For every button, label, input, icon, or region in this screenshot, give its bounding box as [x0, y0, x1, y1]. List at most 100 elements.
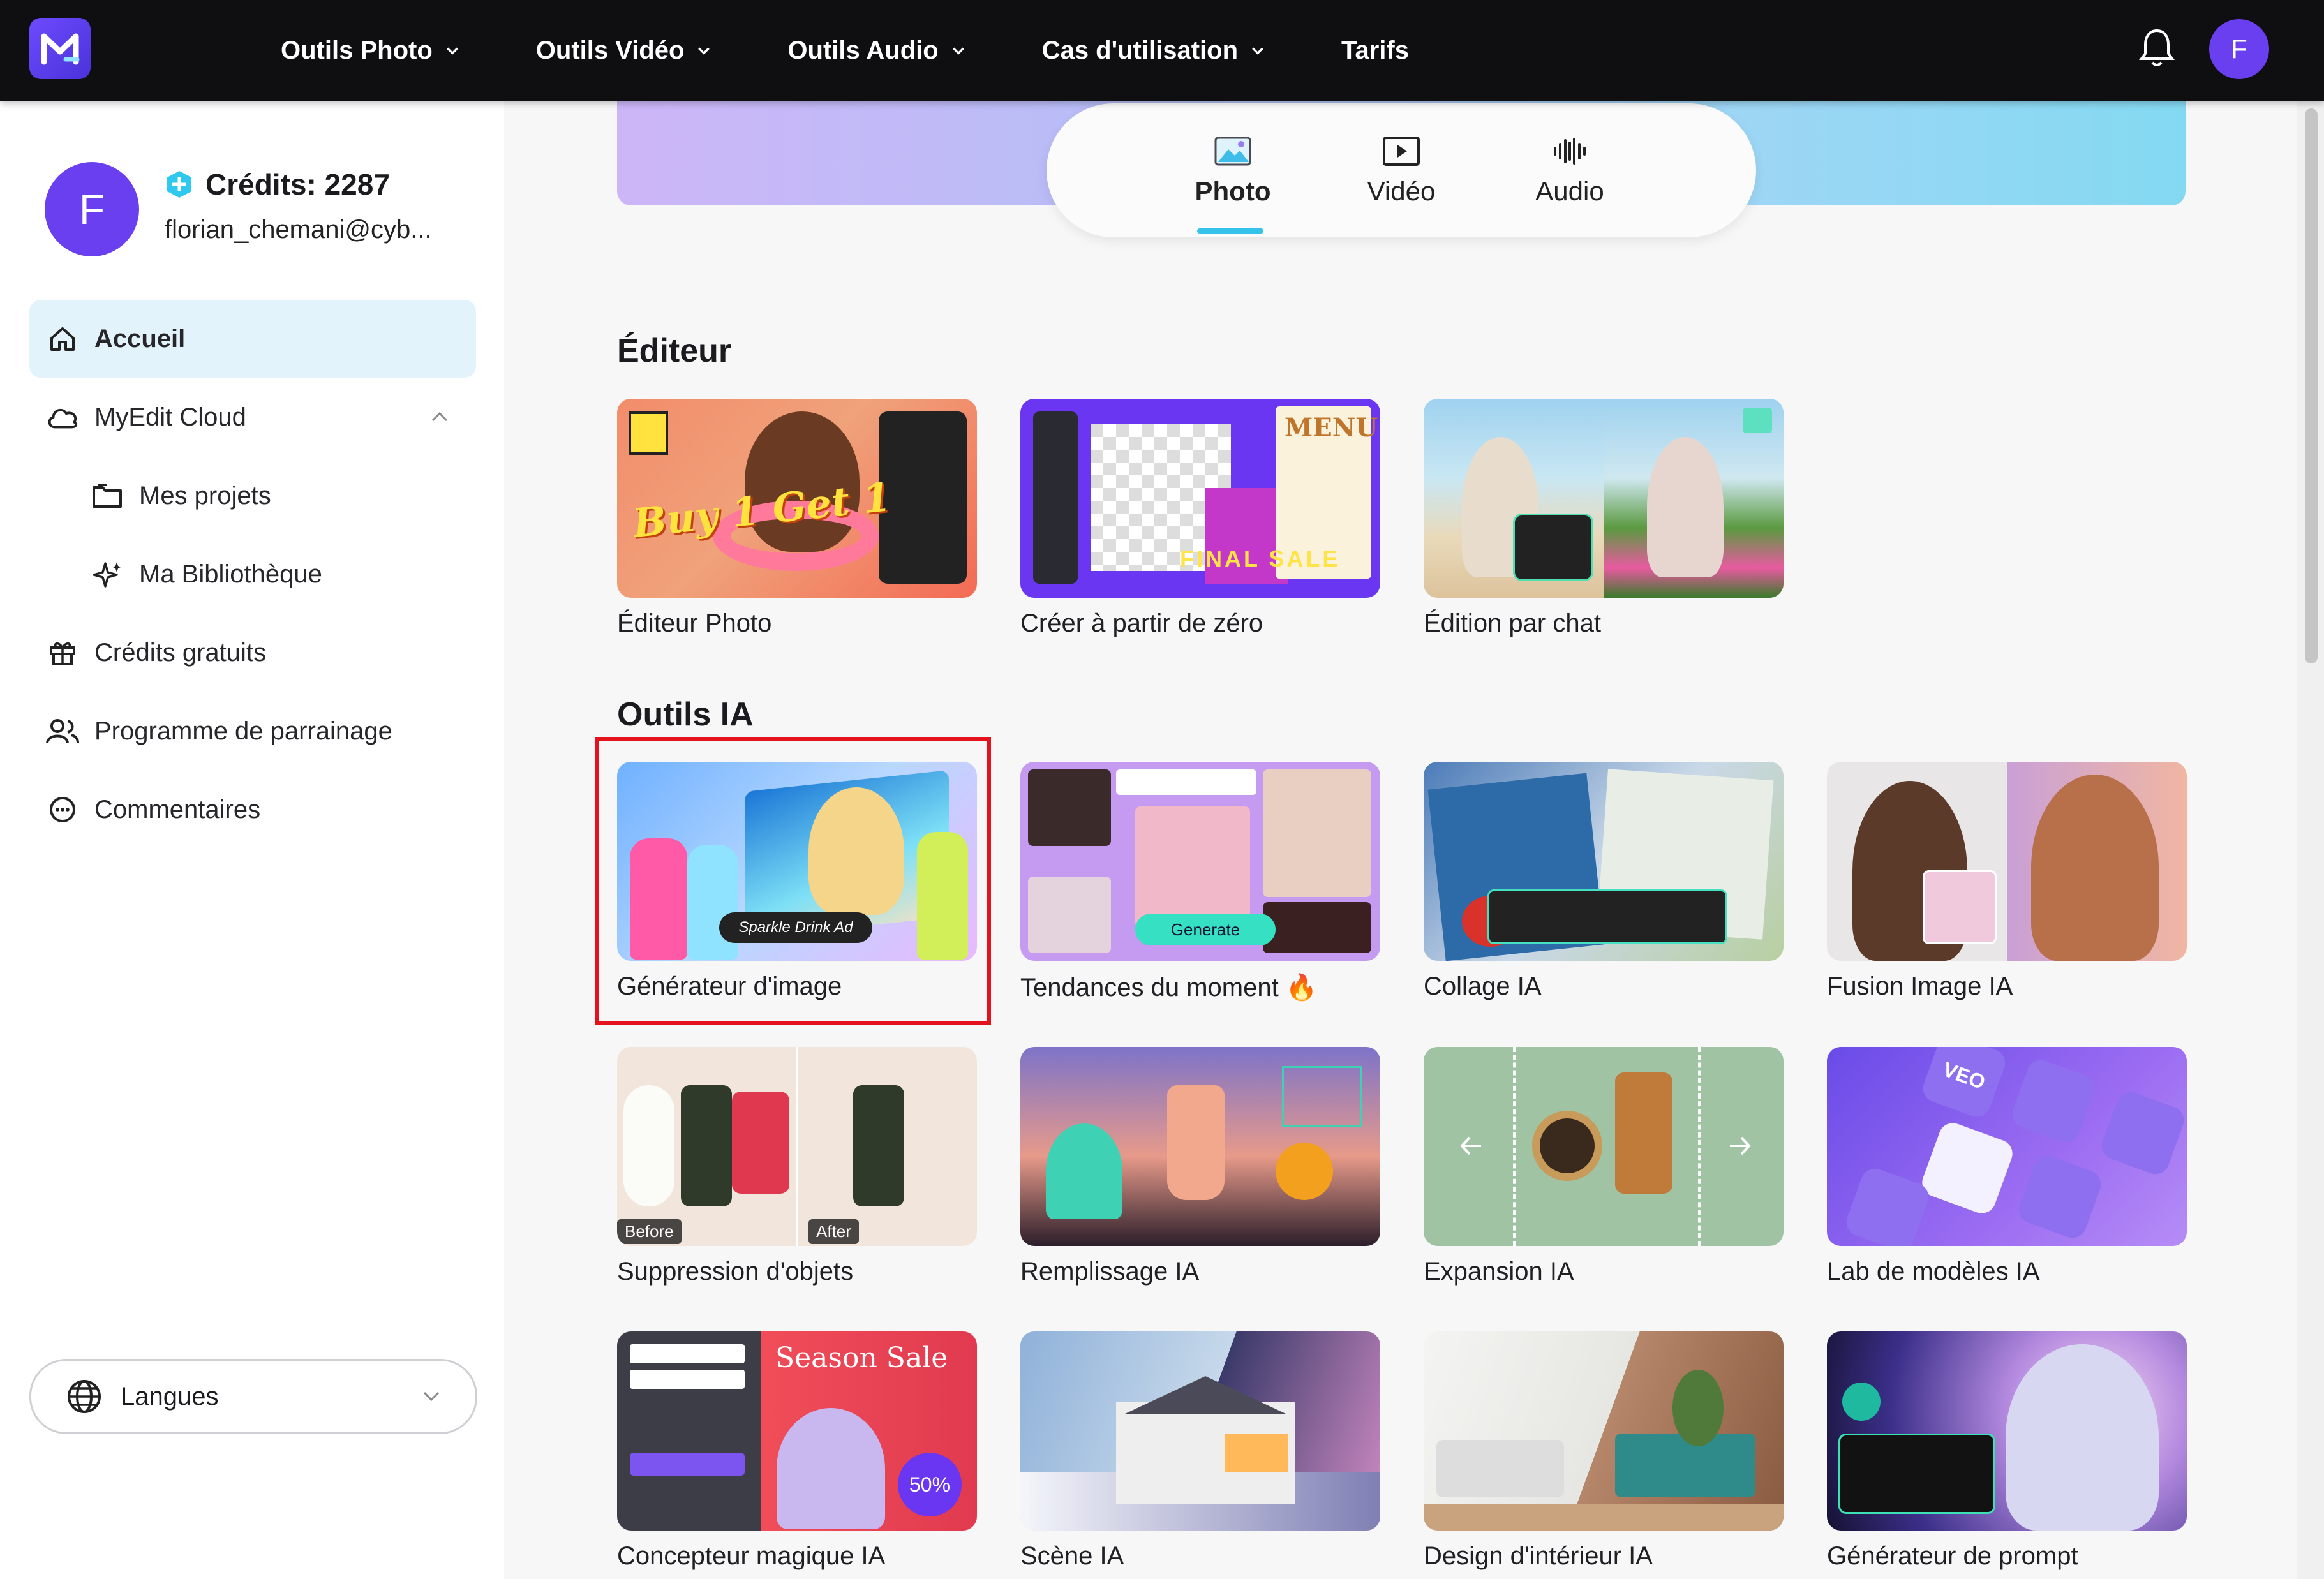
tool-card-magic-designer[interactable]: Season Sale 50% Concepteur magique IA	[617, 1331, 977, 1571]
card-label: Créer à partir de zéro	[1020, 609, 1263, 637]
tool-card-ai-scene[interactable]: Scène IA	[1020, 1331, 1380, 1571]
ai-model-tile	[1918, 1119, 2016, 1217]
tab-video[interactable]: Vidéo	[1337, 135, 1465, 207]
globe-icon	[68, 1380, 101, 1413]
top-navigation-bar: Outils Photo Outils Vidéo Outils Audio C…	[0, 0, 2324, 101]
gift-icon	[46, 636, 79, 669]
prompt-bubble	[1838, 1434, 1995, 1514]
text-field	[630, 1344, 745, 1363]
card-thumbnail	[1020, 1331, 1380, 1531]
tool-card-ai-expand[interactable]: Expansion IA	[1424, 1047, 1784, 1286]
tab-label: Photo	[1195, 176, 1271, 206]
after-tag: After	[808, 1219, 859, 1244]
caption-tile	[1116, 769, 1256, 795]
final-sale-text: FINAL SALE	[1180, 545, 1341, 572]
card-label: Tendances du moment 🔥	[1020, 974, 1318, 1002]
tool-card-model-lab[interactable]: VEO Lab de modèles IA	[1827, 1047, 2187, 1286]
chevron-down-icon	[1252, 47, 1263, 55]
selection-highlight-box	[595, 737, 991, 1025]
lit-window	[1225, 1434, 1288, 1472]
nav-use-cases[interactable]: Cas d'utilisation	[1042, 36, 1265, 65]
model-tile	[2097, 1088, 2187, 1178]
card-label: Suppression d'objets	[617, 1257, 854, 1286]
chat-icon	[46, 793, 79, 826]
user-email: florian_chemani@cyb...	[165, 216, 432, 244]
card-label: Remplissage IA	[1020, 1257, 1200, 1286]
tool-card-chat-edit[interactable]: Édition par chat	[1424, 399, 1784, 638]
candle	[1532, 1111, 1602, 1181]
amber-bottle	[1615, 1072, 1672, 1194]
nav-photo-tools[interactable]: Outils Photo	[281, 36, 459, 65]
arrow-left-icon	[1460, 1136, 1481, 1155]
scrollbar-thumb[interactable]	[2305, 108, 2318, 663]
active-tab-indicator	[1197, 228, 1263, 234]
chat-bubble	[1513, 514, 1593, 581]
expand-boundary-right	[1698, 1047, 1703, 1246]
audio-waveform-icon	[1554, 138, 1586, 165]
sofa-before	[1436, 1440, 1564, 1497]
chevron-down-icon	[446, 47, 458, 55]
sparkle-icon	[91, 558, 124, 591]
removed-object-highlight	[732, 1092, 789, 1194]
main-nav: Outils Photo Outils Vidéo Outils Audio C…	[281, 0, 1486, 101]
tool-card-object-removal[interactable]: Before After Suppression d'objets	[617, 1047, 977, 1286]
credits-label: Crédits: 2287	[205, 168, 390, 201]
card-thumbnail: Before After	[617, 1047, 977, 1246]
nav-audio-tools[interactable]: Outils Audio	[787, 36, 965, 65]
card-label: Collage IA	[1424, 972, 1542, 1000]
language-selector[interactable]: Langues	[29, 1359, 477, 1434]
nav-label: Outils Photo	[281, 36, 433, 64]
woman-photo-tile	[1135, 806, 1250, 928]
orange-flower	[1276, 1143, 1333, 1200]
tool-card-create-from-scratch[interactable]: MENU FINAL SALE Créer à partir de zéro	[1020, 399, 1380, 638]
tool-card-photo-editor[interactable]: Buy 1 Get 1 Éditeur Photo	[617, 399, 977, 638]
tool-card-prompt-generator[interactable]: Générateur de prompt	[1827, 1331, 2187, 1571]
myedit-logo[interactable]	[29, 18, 91, 79]
card-label: Lab de modèles IA	[1827, 1257, 2040, 1286]
openai-model-tile	[2008, 1056, 2099, 1146]
card-label: Concepteur magique IA	[617, 1542, 886, 1570]
sidebar-item-referral[interactable]: Programme de parrainage	[29, 692, 476, 770]
card-thumbnail	[1424, 762, 1784, 961]
image-badge-icon	[1842, 1383, 1881, 1421]
sidebar-item-my-library[interactable]: Ma Bibliothèque	[29, 535, 476, 613]
card-label: Fusion Image IA	[1827, 972, 2013, 1000]
gemini-model-tile	[2015, 1152, 2105, 1242]
tab-label: Vidéo	[1367, 176, 1436, 206]
sidebar-item-home[interactable]: Accueil	[29, 300, 476, 378]
season-sale-text: Season Sale	[775, 1342, 948, 1374]
profile-avatar[interactable]: F	[45, 162, 139, 256]
sidebar-item-myedit-cloud[interactable]: MyEdit Cloud	[29, 378, 476, 456]
text-field	[630, 1370, 745, 1389]
notification-bell-icon[interactable]	[2138, 26, 2176, 70]
tool-card-ai-fill[interactable]: Remplissage IA	[1020, 1047, 1380, 1286]
chevron-down-icon	[952, 47, 964, 55]
arrow-right-icon	[1730, 1136, 1751, 1155]
nav-label: Cas d'utilisation	[1041, 36, 1239, 64]
sidebar-item-my-projects[interactable]: Mes projets	[29, 457, 476, 535]
sidebar-item-label: Accueil	[94, 324, 186, 353]
veo-model-tile: VEO	[1919, 1047, 2009, 1121]
chevron-down-icon	[698, 47, 710, 55]
tool-card-interior-design[interactable]: Design d'intérieur IA	[1424, 1331, 1784, 1571]
baby-photo-tile	[1263, 769, 1371, 897]
tab-audio[interactable]: Audio	[1506, 135, 1634, 207]
tab-photo[interactable]: Photo	[1169, 135, 1297, 207]
menu-title: MENU	[1285, 413, 1378, 443]
tool-card-ai-collage[interactable]: Collage IA	[1424, 762, 1784, 1001]
image-icon	[1214, 137, 1251, 166]
nav-video-tools[interactable]: Outils Vidéo	[536, 36, 711, 65]
nav-pricing[interactable]: Tarifs	[1341, 36, 1409, 65]
sidebar-item-label: Commentaires	[94, 795, 261, 824]
woman-figure-after	[1647, 437, 1724, 577]
sidebar-item-feedback[interactable]: Commentaires	[29, 771, 476, 849]
sidebar-item-free-credits[interactable]: Crédits gratuits	[29, 614, 476, 692]
language-label: Langues	[121, 1382, 219, 1411]
tool-card-image-fusion[interactable]: Fusion Image IA	[1827, 762, 2187, 1001]
couple-photo-tile	[1028, 877, 1111, 953]
nav-label: Tarifs	[1341, 36, 1409, 64]
tool-card-trending[interactable]: Generate Tendances du moment 🔥	[1020, 762, 1380, 1002]
card-label: Générateur de prompt	[1827, 1542, 2078, 1570]
user-avatar[interactable]: F	[2209, 19, 2269, 79]
chevron-up-icon[interactable]	[429, 406, 451, 428]
